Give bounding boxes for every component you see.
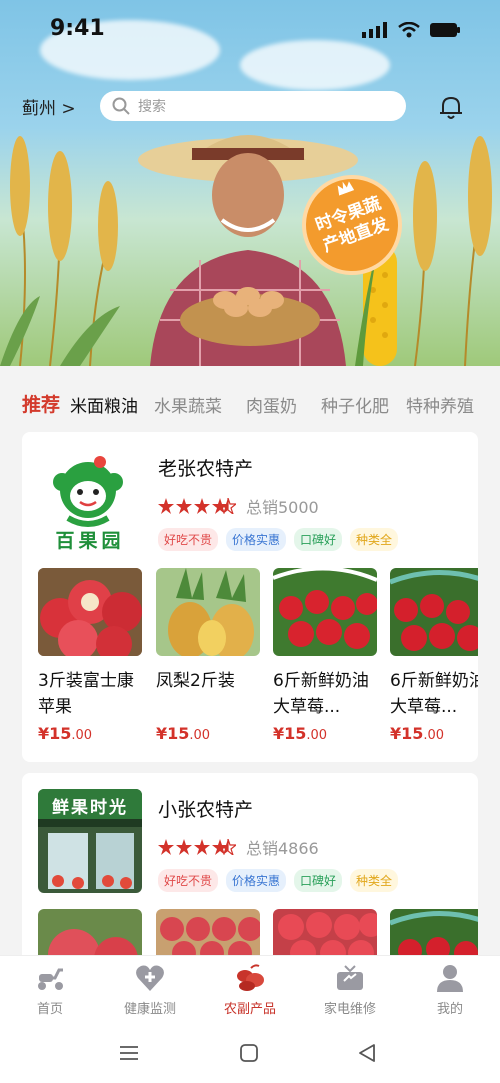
store-card[interactable]: 百果园 老张农特产 总销5000 好吃不贵 价格实惠 口碑好 种类全 3斤装富士… bbox=[22, 432, 478, 762]
home-square-icon[interactable] bbox=[240, 1044, 258, 1062]
back-icon[interactable] bbox=[358, 1044, 376, 1062]
battery-icon bbox=[430, 23, 460, 37]
tab-grain-oil[interactable]: 米面粮油 bbox=[70, 392, 138, 417]
bell-icon[interactable] bbox=[438, 94, 464, 120]
store-sales: 总销5000 bbox=[246, 498, 319, 517]
product-price: ¥15.00 bbox=[38, 724, 93, 743]
tab-recommend[interactable]: 推荐 bbox=[22, 390, 60, 417]
heart-plus-icon bbox=[136, 965, 164, 991]
tab-special-breeding[interactable]: 特种养殖 bbox=[406, 392, 474, 417]
product-name: 3斤装富士康苹果 bbox=[38, 671, 134, 717]
product-image bbox=[38, 568, 142, 656]
badge-tag: 口碑好 bbox=[294, 869, 343, 892]
product-name: 6斤新鲜奶油大草莓... bbox=[390, 671, 478, 717]
user-icon bbox=[437, 965, 463, 992]
store-badges: 好吃不贵 价格实惠 口碑好 种类全 bbox=[158, 528, 399, 551]
product-item[interactable]: 3斤装富士康苹果 ¥15.00 bbox=[38, 568, 142, 743]
search-icon bbox=[112, 97, 130, 115]
store-card[interactable]: 鲜果时光 小张农特产 总销4866 好吃不贵 价格实惠 口碑好 种类全 bbox=[22, 773, 478, 973]
tv-repair-icon bbox=[337, 965, 363, 990]
product-image bbox=[390, 568, 478, 656]
store-name[interactable]: 小张农特产 bbox=[158, 795, 253, 822]
nav-repair[interactable]: 家电维修 bbox=[300, 964, 400, 1017]
product-name: 凤梨2斤装 bbox=[156, 671, 235, 691]
search-box[interactable]: 搜索 bbox=[100, 91, 406, 121]
apple-icon bbox=[38, 568, 142, 656]
nav-label: 农副产品 bbox=[223, 1002, 276, 1017]
wifi-icon bbox=[398, 22, 420, 38]
nav-label: 健康监测 bbox=[123, 1002, 176, 1017]
city-selector[interactable]: 蓟州 > bbox=[22, 94, 76, 119]
signal-icon bbox=[362, 22, 387, 38]
pineapple-icon bbox=[156, 568, 260, 656]
tab-meat-egg-milk[interactable]: 肉蛋奶 bbox=[246, 392, 297, 417]
store-logo-text: 百果园 bbox=[55, 530, 125, 552]
product-list: 3斤装富士康苹果 ¥15.00 凤梨2斤装 ¥15.00 6斤新鲜奶油大草莓..… bbox=[38, 568, 478, 758]
badge-tag: 口碑好 bbox=[294, 528, 343, 551]
nav-home[interactable]: 首页 bbox=[0, 964, 100, 1017]
system-status-icons bbox=[362, 20, 460, 40]
product-item[interactable]: 6斤新鲜奶油大草莓... ¥15.00 bbox=[390, 568, 478, 743]
star-rating-icon bbox=[158, 498, 236, 514]
star-rating-icon bbox=[158, 839, 236, 855]
status-time: 9:41 bbox=[50, 16, 105, 41]
product-name: 6斤新鲜奶油大草莓... bbox=[273, 671, 369, 717]
badge-tag: 价格实惠 bbox=[226, 528, 287, 551]
nav-label: 首页 bbox=[36, 1002, 63, 1017]
produce-icon bbox=[237, 964, 264, 991]
nav-health[interactable]: 健康监测 bbox=[100, 964, 200, 1017]
badge-tag: 好吃不贵 bbox=[158, 528, 219, 551]
status-bar: 9:41 bbox=[0, 0, 500, 60]
product-item[interactable]: 凤梨2斤装 ¥15.00 bbox=[156, 568, 260, 743]
bottom-nav: 首页 健康监测 农副产品 家电维修 我的 bbox=[0, 955, 500, 1025]
store-logo: 百果园 bbox=[38, 448, 142, 552]
store-rating: 总销5000 bbox=[158, 494, 319, 518]
badge-tag: 种类全 bbox=[350, 528, 399, 551]
product-price: ¥15.00 bbox=[273, 724, 328, 743]
store-rating: 总销4866 bbox=[158, 835, 319, 859]
strawberry-icon bbox=[273, 568, 377, 656]
nav-produce[interactable]: 农副产品 bbox=[200, 964, 300, 1017]
badge-tag: 种类全 bbox=[350, 869, 399, 892]
store-badges: 好吃不贵 价格实惠 口碑好 种类全 bbox=[158, 869, 399, 892]
nav-mine[interactable]: 我的 bbox=[400, 964, 500, 1017]
tab-seed-fertilizer[interactable]: 种子化肥 bbox=[321, 392, 389, 417]
crown-icon bbox=[337, 181, 355, 196]
product-item[interactable]: 6斤新鲜奶油大草莓... ¥15.00 bbox=[273, 568, 377, 743]
product-price: ¥15.00 bbox=[156, 724, 211, 743]
category-tabs: 推荐 米面粮油 水果蔬菜 肉蛋奶 种子化肥 特种养殖 bbox=[0, 366, 500, 432]
strawberry-box-icon bbox=[390, 568, 478, 656]
store-logo-text: 鲜果时光 bbox=[52, 798, 128, 818]
top-bar: 蓟州 > 搜索 bbox=[0, 88, 500, 124]
store-logo: 鲜果时光 bbox=[38, 789, 142, 893]
scooter-icon bbox=[38, 968, 63, 990]
badge-tag: 价格实惠 bbox=[226, 869, 287, 892]
badge-tag: 好吃不贵 bbox=[158, 869, 219, 892]
nav-label: 家电维修 bbox=[323, 1002, 376, 1017]
system-navigation-bar bbox=[0, 1025, 500, 1083]
tab-fruit-veg[interactable]: 水果蔬菜 bbox=[154, 392, 222, 417]
product-image bbox=[156, 568, 260, 656]
search-input[interactable]: 搜索 bbox=[138, 96, 166, 116]
store-sales: 总销4866 bbox=[246, 839, 319, 858]
menu-icon[interactable] bbox=[120, 1045, 138, 1061]
nav-label: 我的 bbox=[436, 1002, 463, 1017]
product-image bbox=[273, 568, 377, 656]
store-name[interactable]: 老张农特产 bbox=[158, 454, 253, 481]
product-price: ¥15.00 bbox=[390, 724, 445, 743]
